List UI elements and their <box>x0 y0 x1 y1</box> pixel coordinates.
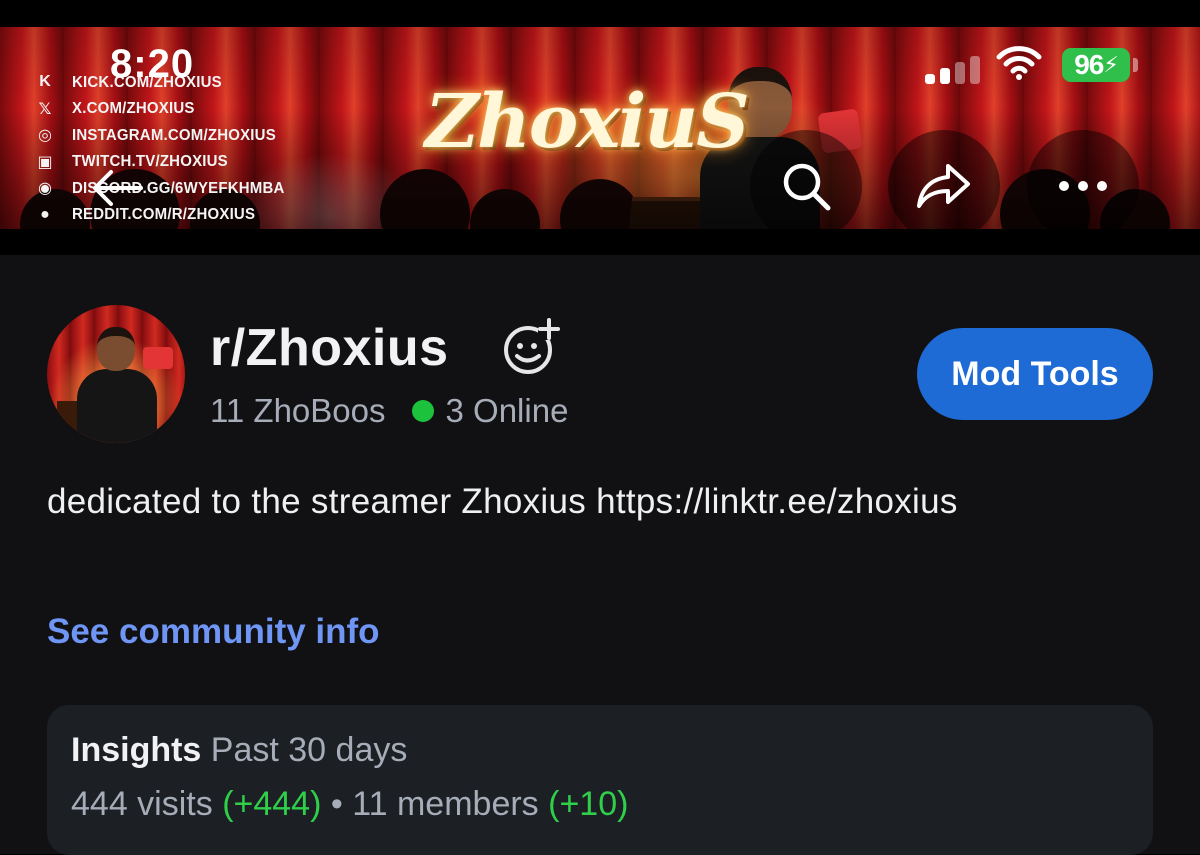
members-delta: (+10) <box>548 785 629 823</box>
cellular-signal-icon <box>925 54 981 84</box>
social-link-row: ◉ DISCORD.GG/6WYEFKHMBA <box>34 175 285 202</box>
social-link-text: X.COM/ZHOXIUS <box>72 99 195 118</box>
insights-card[interactable]: Insights Past 30 days 444 visits (+444) … <box>47 705 1153 855</box>
more-options-button[interactable] <box>1027 130 1139 242</box>
insights-period: Past 30 days <box>210 731 408 769</box>
community-avatar[interactable] <box>47 305 185 443</box>
twitch-icon: ▣ <box>37 153 53 171</box>
discord-icon: ◉ <box>38 180 52 198</box>
battery-level: 96 <box>1074 49 1104 80</box>
arrow-left-icon <box>93 170 143 206</box>
separator-dot: • <box>330 785 343 823</box>
share-button[interactable] <box>888 130 1000 242</box>
social-link-row: ▣ TWITCH.TV/ZHOXIUS <box>34 149 285 176</box>
members-count: 11 members <box>352 785 539 823</box>
back-button[interactable] <box>84 155 150 221</box>
reddit-icon: ● <box>40 205 50 223</box>
mod-tools-button[interactable]: Mod Tools <box>917 328 1153 420</box>
banner-social-links: K KICK.COM/ZHOXIUS 𝕏 X.COM/ZHOXIUS ◎ INSTAGRA… <box>34 69 285 228</box>
community-title: r/Zhoxius <box>210 319 449 377</box>
member-count: 11 ZhoBoos <box>210 392 386 429</box>
share-icon <box>917 164 970 208</box>
x-icon: 𝕏 <box>38 100 52 118</box>
see-community-info-link[interactable]: See community info <box>47 612 380 652</box>
instagram-icon: ◎ <box>38 127 52 145</box>
social-link-row: ◎ INSTAGRAM.COM/ZHOXIUS <box>34 122 285 149</box>
community-description: dedicated to the streamer Zhoxius https:… <box>47 482 958 521</box>
status-time: 8:20 <box>110 42 195 86</box>
battery-icon: 96 ⚡ <box>1062 48 1130 82</box>
insights-title: Insights <box>71 731 202 769</box>
search-button[interactable] <box>750 130 862 242</box>
search-icon <box>783 163 831 211</box>
community-stats: 11 ZhoBoos 3 Online <box>210 392 568 430</box>
visits-count: 444 visits <box>71 785 213 823</box>
social-link-row: ● REDDIT.COM/R/ZHOXIUS <box>34 202 285 229</box>
online-indicator-icon <box>411 400 434 422</box>
social-link-text: INSTAGRAM.COM/ZHOXIUS <box>72 126 276 145</box>
banner-logo: ZhoxiuS <box>425 79 750 165</box>
visits-delta: (+444) <box>222 785 322 823</box>
kick-icon: K <box>39 73 51 91</box>
add-avatar-icon[interactable] <box>502 318 560 376</box>
social-link-row: 𝕏 X.COM/ZHOXIUS <box>34 96 285 123</box>
online-count: 3 Online <box>445 392 569 429</box>
wifi-icon <box>996 46 1042 80</box>
more-horizontal-icon <box>1059 181 1107 191</box>
